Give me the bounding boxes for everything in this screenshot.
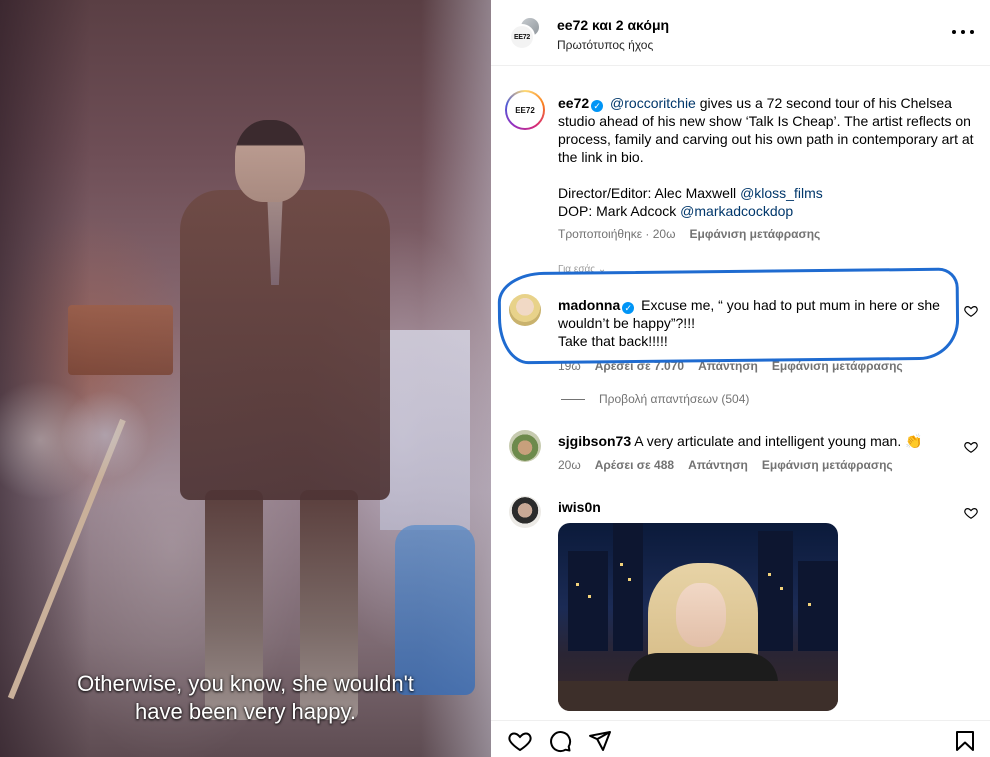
avatar[interactable] bbox=[509, 430, 541, 462]
post-actions-bar bbox=[491, 720, 990, 757]
gif-window bbox=[588, 595, 591, 598]
likes-count[interactable]: Αρέσει σε 488 bbox=[595, 458, 674, 472]
caption-credits: Director/Editor: Alec Maxwell @kloss_fil… bbox=[558, 184, 983, 220]
post-header: EE72 ee72 και 2 ακόμη Πρωτότυπος ήχος bbox=[491, 0, 990, 66]
comment-icon[interactable] bbox=[548, 729, 572, 753]
share-icon[interactable] bbox=[588, 729, 612, 753]
edited-time: Τροποποιήθηκε · 20ω bbox=[558, 227, 676, 241]
gif-person-face bbox=[676, 583, 726, 647]
see-translation-link[interactable]: Εμφάνιση μετάφρασης bbox=[689, 227, 820, 241]
video-player[interactable]: Otherwise, you know, she wouldn't have b… bbox=[0, 0, 491, 757]
caption-text: ee72 ✓ @roccoritchie gives us a 72 second… bbox=[558, 94, 983, 166]
comment-text: A very articulate and intelligent young … bbox=[634, 433, 923, 449]
see-translation-link[interactable]: Εμφάνιση μετάφρασης bbox=[762, 458, 893, 472]
gif-building bbox=[798, 561, 838, 651]
gif-window bbox=[576, 583, 579, 586]
sculpture-tower bbox=[380, 330, 470, 530]
subtitle-line-2: have been very happy. bbox=[135, 699, 356, 724]
mention-link[interactable]: @kloss_films bbox=[740, 185, 823, 201]
more-icon bbox=[952, 30, 956, 34]
divider bbox=[561, 398, 585, 400]
credit-director: Director/Editor: Alec Maxwell @kloss_fil… bbox=[558, 184, 983, 202]
gif-window bbox=[808, 603, 811, 606]
caption-username[interactable]: ee72 bbox=[558, 95, 589, 111]
highlight-annotation bbox=[497, 267, 960, 365]
collaborators-link[interactable]: και 2 ακόμη bbox=[592, 17, 669, 33]
post-sidebar: EE72 ee72 και 2 ακόμη Πρωτότυπος ήχος EE… bbox=[491, 0, 990, 757]
avatar: EE72 bbox=[509, 24, 535, 50]
comment-time: 20ω bbox=[558, 458, 581, 472]
collab-avatars[interactable]: EE72 bbox=[509, 16, 543, 50]
verified-icon: ✓ bbox=[591, 100, 604, 112]
comment-sjgibson73: sjgibson73 A very articulate and intelli… bbox=[558, 432, 948, 450]
figure-body bbox=[180, 190, 390, 500]
light-glare-2 bbox=[60, 390, 150, 480]
heart-icon[interactable] bbox=[964, 506, 978, 520]
comment-username[interactable]: sjgibson73 bbox=[558, 433, 631, 449]
gif-building bbox=[613, 523, 643, 651]
gif-building bbox=[568, 551, 608, 651]
avatar[interactable] bbox=[509, 496, 541, 528]
comment-username[interactable]: iwis0n bbox=[558, 499, 601, 515]
gif-window bbox=[768, 573, 771, 576]
credit-dop: DOP: Mark Adcock @markadcockdop bbox=[558, 202, 983, 220]
post-author[interactable]: ee72 και 2 ακόμη bbox=[557, 17, 669, 33]
gif-desk bbox=[558, 681, 838, 711]
mention-link[interactable]: @roccoritchie bbox=[610, 95, 696, 111]
credit-label: Director/Editor: Alec Maxwell bbox=[558, 185, 737, 201]
figure-head bbox=[235, 120, 305, 202]
audio-label[interactable]: Πρωτότυπος ήχος bbox=[557, 38, 653, 52]
subtitle-line-1: Otherwise, you know, she wouldn't bbox=[77, 671, 414, 696]
comment-gif[interactable] bbox=[558, 523, 838, 711]
avatar: EE72 bbox=[507, 92, 543, 128]
gif-window bbox=[620, 563, 623, 566]
caption-meta: Τροποποιήθηκε · 20ω Εμφάνιση μετάφρασης bbox=[558, 227, 820, 241]
gif-window bbox=[628, 578, 631, 581]
more-icon bbox=[961, 30, 965, 34]
author-username[interactable]: ee72 bbox=[557, 17, 588, 33]
comment-iwis0n: iwis0n bbox=[558, 498, 601, 516]
gif-building bbox=[758, 531, 793, 651]
credit-label: DOP: Mark Adcock bbox=[558, 203, 677, 219]
caption-avatar[interactable]: EE72 bbox=[505, 90, 545, 130]
mention-link[interactable]: @markadcockdop bbox=[680, 203, 793, 219]
heart-icon[interactable] bbox=[964, 304, 978, 318]
comment-meta: 20ω Αρέσει σε 488 Απάντηση Εμφάνιση μετά… bbox=[558, 458, 893, 472]
heart-icon[interactable] bbox=[964, 440, 978, 454]
sculpture-basket bbox=[68, 305, 173, 375]
heart-icon[interactable] bbox=[508, 729, 532, 753]
more-options-button[interactable] bbox=[952, 22, 974, 42]
view-replies-button[interactable]: Προβολή απαντήσεων (504) bbox=[561, 392, 749, 406]
reply-button[interactable]: Απάντηση bbox=[688, 458, 748, 472]
video-subtitle: Otherwise, you know, she wouldn't have b… bbox=[0, 670, 491, 726]
video-backdrop bbox=[0, 0, 90, 757]
bookmark-icon[interactable] bbox=[953, 729, 977, 753]
more-icon bbox=[970, 30, 974, 34]
gif-window bbox=[780, 587, 783, 590]
view-replies-label[interactable]: Προβολή απαντήσεων (504) bbox=[599, 392, 749, 406]
